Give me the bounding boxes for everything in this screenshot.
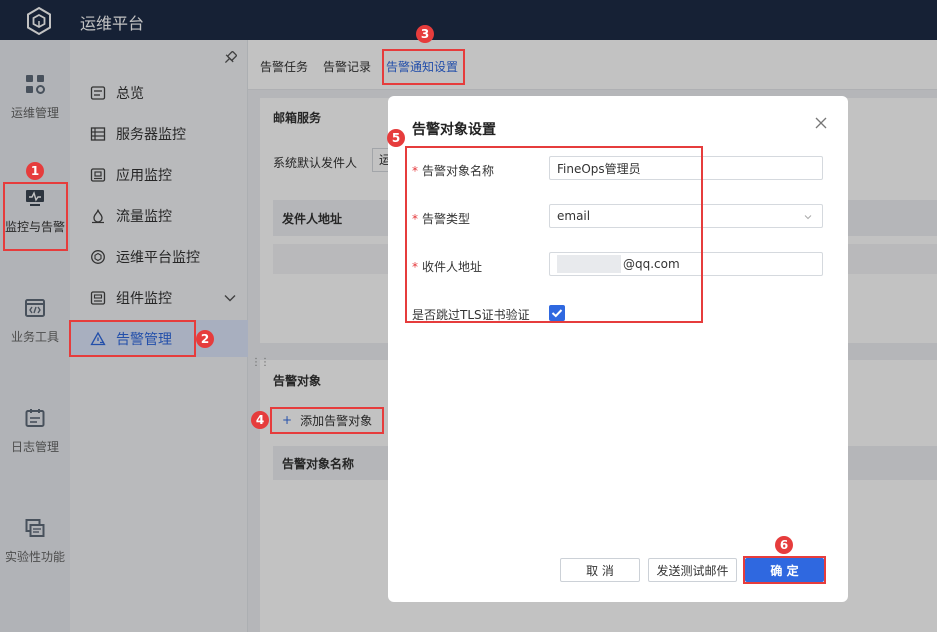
highlight-box [3, 182, 68, 251]
dialog-title: 告警对象设置 [412, 122, 496, 138]
cancel-button[interactable]: 取 消 [560, 558, 640, 582]
annotation-badge: 4 [251, 411, 269, 429]
highlight-box [405, 146, 703, 323]
highlight-box [743, 556, 826, 584]
close-icon[interactable] [813, 115, 829, 131]
highlight-box [69, 320, 196, 357]
annotation-badge: 5 [387, 129, 405, 147]
highlight-box [270, 407, 384, 434]
highlight-box [382, 49, 465, 85]
send-test-email-button[interactable]: 发送测试邮件 [648, 558, 737, 582]
annotation-badge: 6 [775, 536, 793, 554]
annotation-badge: 1 [26, 162, 44, 180]
chevron-down-icon [804, 215, 812, 220]
annotation-badge: 3 [416, 25, 434, 43]
annotation-badge: 2 [196, 330, 214, 348]
